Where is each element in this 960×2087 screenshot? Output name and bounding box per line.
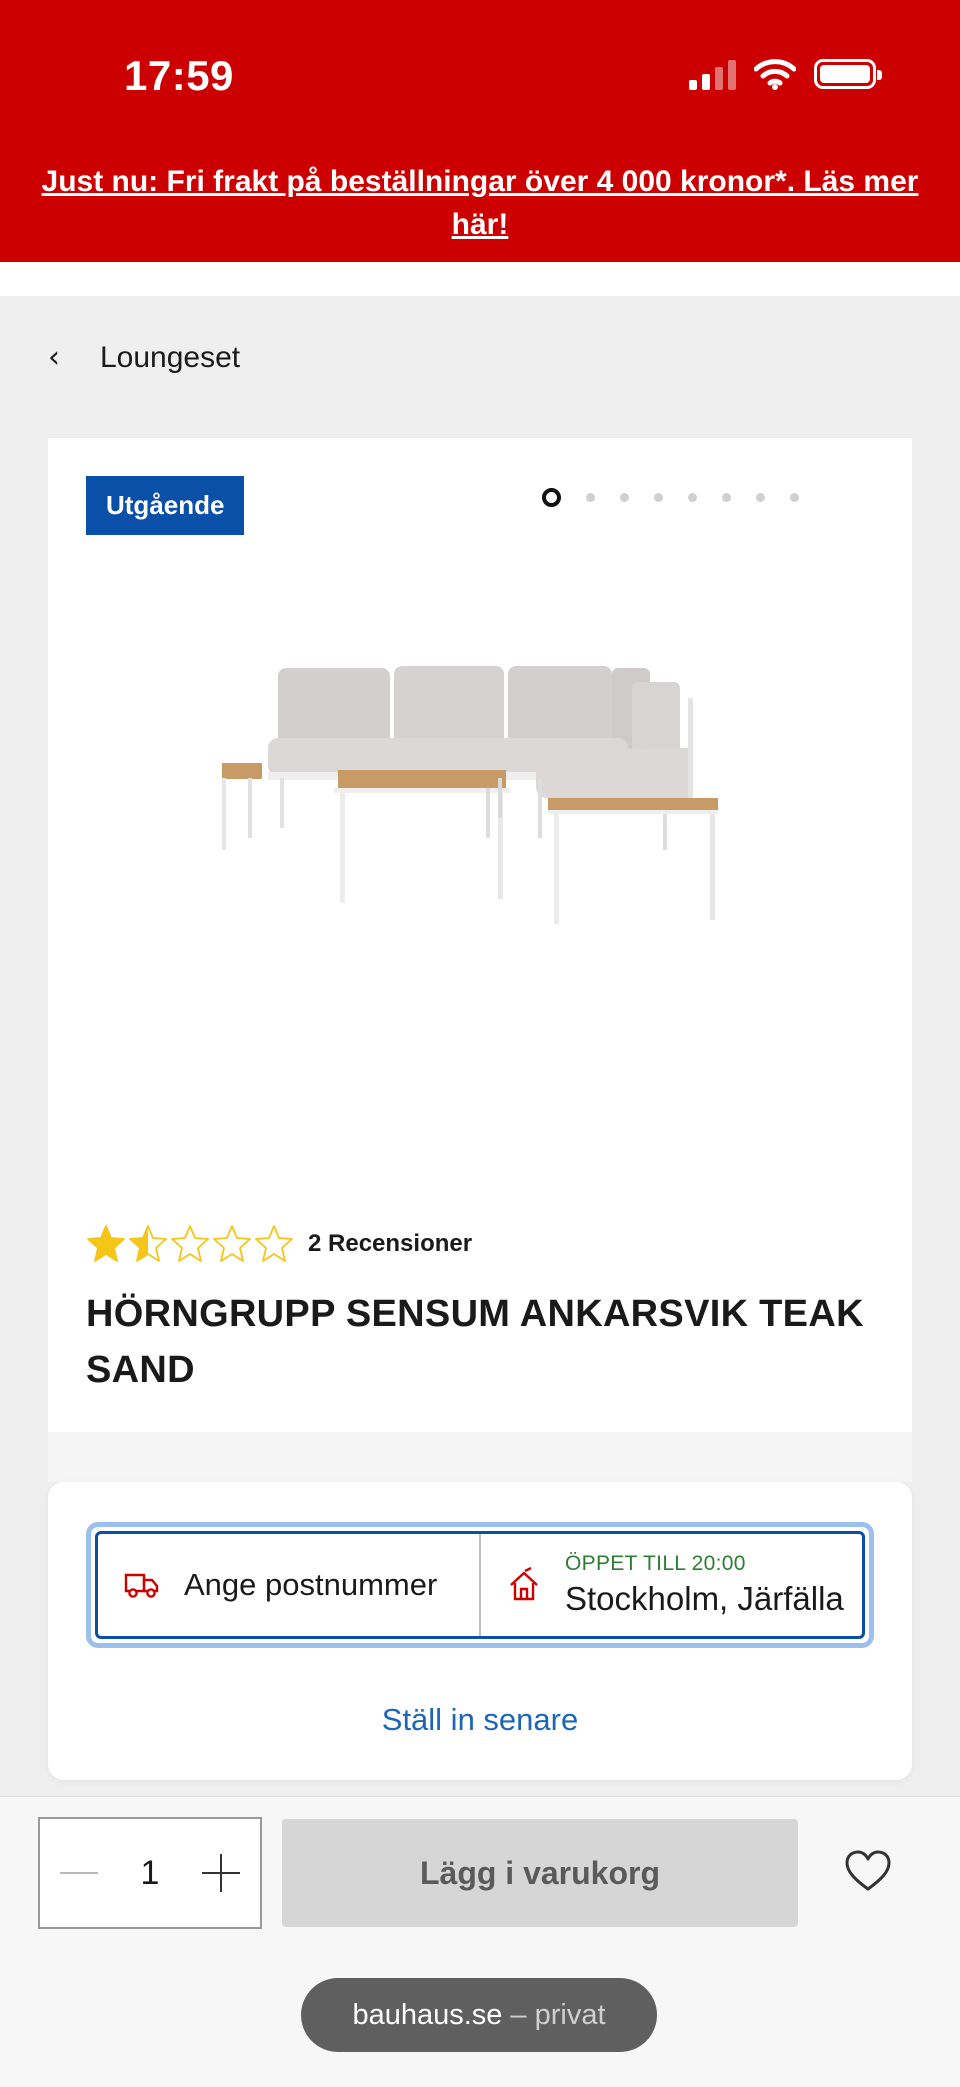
chevron-left-icon[interactable]: ‹ — [48, 340, 60, 375]
store-open-hours: ÖPPET TILL 20:00 — [565, 1552, 746, 1575]
url-domain: bauhaus.se — [352, 1998, 503, 2031]
carousel-dot[interactable] — [654, 493, 663, 502]
delivery-selector: Ange postnummer ÖPPET TILL 20:00 Stockho… — [86, 1522, 874, 1648]
quantity-stepper[interactable]: 1 — [38, 1817, 262, 1929]
status-time: 17:59 — [124, 52, 234, 99]
reviews-count[interactable]: 2 Recensioner — [308, 1230, 472, 1258]
carousel-dot[interactable] — [756, 493, 765, 502]
cellular-signal-icon — [689, 58, 736, 90]
store-button[interactable]: ÖPPET TILL 20:00 Stockholm, Järfälla — [481, 1534, 862, 1636]
private-mode-label: – privat — [510, 1998, 606, 2031]
quantity-value[interactable]: 1 — [141, 1854, 160, 1893]
add-to-cart-button[interactable]: Lägg i varukorg — [282, 1819, 798, 1927]
carousel-dot[interactable] — [688, 493, 697, 502]
product-image[interactable] — [168, 638, 788, 958]
store-icon — [510, 1567, 538, 1601]
store-name: Stockholm, Järfälla — [565, 1580, 844, 1617]
star-icon — [129, 1225, 167, 1262]
battery-icon — [814, 59, 882, 89]
delivery-card: Ange postnummer ÖPPET TILL 20:00 Stockho… — [48, 1482, 912, 1780]
set-later-link[interactable]: Ställ in senare — [48, 1702, 912, 1738]
divider-strip — [0, 262, 960, 296]
carousel-dot[interactable] — [620, 493, 629, 502]
carousel-dot[interactable] — [586, 493, 595, 502]
carousel-dot[interactable] — [790, 493, 799, 502]
back-navigation[interactable]: ‹ Loungeset — [48, 340, 240, 375]
header-banner-area: 17:59 Just nu: Fri frakt på beställninga… — [0, 0, 960, 262]
breadcrumb-label[interactable]: Loungeset — [100, 341, 240, 375]
star-icon — [213, 1225, 251, 1262]
status-badge: Utgående — [86, 476, 245, 535]
promo-banner-link[interactable]: Just nu: Fri frakt på beställningar över… — [40, 160, 920, 246]
rating-stars — [86, 1224, 294, 1264]
wifi-icon — [754, 59, 796, 90]
star-icon — [255, 1225, 293, 1262]
product-rating[interactable]: 2 Recensioner — [86, 1224, 472, 1264]
postcode-label: Ange postnummer — [184, 1567, 438, 1602]
minus-icon[interactable] — [60, 1872, 98, 1874]
carousel-dot[interactable] — [542, 488, 561, 507]
truck-icon — [124, 1573, 159, 1598]
product-title: HÖRNGRUPP SENSUM ANKARSVIK TEAK SAND — [86, 1293, 864, 1391]
status-icons — [689, 58, 882, 90]
product-card: Utgående 2 Recensioner HÖRNGRUPP SENSUM … — [48, 438, 912, 1432]
heart-icon[interactable] — [844, 1849, 892, 1893]
card-bottom-strip — [48, 1432, 912, 1482]
star-icon — [171, 1225, 209, 1262]
star-icon — [87, 1225, 125, 1262]
browser-url-pill[interactable]: bauhaus.se – privat — [301, 1978, 657, 2052]
postcode-button[interactable]: Ange postnummer — [98, 1534, 481, 1636]
plus-icon[interactable] — [201, 1854, 240, 1892]
carousel-dot[interactable] — [722, 493, 731, 502]
carousel-indicator[interactable] — [542, 488, 799, 507]
